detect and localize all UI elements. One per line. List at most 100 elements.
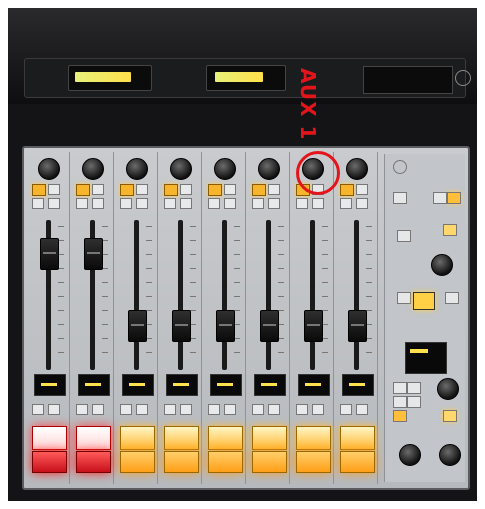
monitor-level-knob[interactable] xyxy=(431,254,453,276)
timer-button[interactable] xyxy=(443,224,457,236)
channel-mode-button[interactable] xyxy=(312,404,324,415)
channel-mode-button[interactable] xyxy=(340,404,352,415)
channel-off-button[interactable] xyxy=(32,451,67,473)
channel-mode-button[interactable] xyxy=(48,404,60,415)
fader-knob[interactable] xyxy=(84,238,103,270)
channel-small-button[interactable] xyxy=(76,198,88,209)
channel-mode-button[interactable] xyxy=(296,404,308,415)
aux-button-5[interactable] xyxy=(393,410,407,422)
channel-on-button[interactable] xyxy=(120,426,155,450)
channel-small-button[interactable] xyxy=(208,198,220,209)
channel-mode-button[interactable] xyxy=(76,404,88,415)
channel-mode-button[interactable] xyxy=(268,404,280,415)
channel-small-button[interactable] xyxy=(136,198,148,209)
channel-mode-button[interactable] xyxy=(356,404,368,415)
aux-button-4[interactable] xyxy=(407,396,421,408)
channel-on-button[interactable] xyxy=(76,426,111,450)
channel-off-button[interactable] xyxy=(208,451,243,473)
channel-small-button[interactable] xyxy=(136,184,148,195)
fader-knob[interactable] xyxy=(172,310,191,342)
channel-mode-button[interactable] xyxy=(92,404,104,415)
fader-knob[interactable] xyxy=(260,310,279,342)
channel-mode-button[interactable] xyxy=(32,404,44,415)
channel-on-button[interactable] xyxy=(208,426,243,450)
cue-led-button[interactable] xyxy=(340,184,354,196)
cue-led-button[interactable] xyxy=(32,184,46,196)
channel-small-button[interactable] xyxy=(252,198,264,209)
channel-off-button[interactable] xyxy=(252,451,287,473)
channel-display xyxy=(254,374,286,396)
cue-level-knob[interactable] xyxy=(439,444,461,466)
channel-off-button[interactable] xyxy=(296,451,331,473)
talkback-button[interactable] xyxy=(443,410,457,422)
channel-small-button[interactable] xyxy=(92,198,104,209)
channel-on-button[interactable] xyxy=(296,426,331,450)
channel-on-button[interactable] xyxy=(32,426,67,450)
aux1-highlight-circle xyxy=(296,151,340,195)
channel-knob[interactable] xyxy=(170,158,192,180)
talk-button[interactable] xyxy=(433,192,447,204)
channel-small-button[interactable] xyxy=(296,198,308,209)
channel-small-button[interactable] xyxy=(268,198,280,209)
cue-led-button[interactable] xyxy=(164,184,178,196)
channel-mode-button[interactable] xyxy=(164,404,176,415)
channel-mode-button[interactable] xyxy=(208,404,220,415)
channel-knob[interactable] xyxy=(126,158,148,180)
channel-on-button[interactable] xyxy=(252,426,287,450)
channel-mode-button[interactable] xyxy=(180,404,192,415)
source-right-button[interactable] xyxy=(445,292,459,304)
channel-small-button[interactable] xyxy=(180,184,192,195)
cue-led-button[interactable] xyxy=(76,184,90,196)
source-left-button[interactable] xyxy=(397,292,411,304)
channel-small-button[interactable] xyxy=(32,198,44,209)
channel-knob[interactable] xyxy=(82,158,104,180)
aux-button-3[interactable] xyxy=(393,396,407,408)
mode-button[interactable] xyxy=(397,230,411,242)
channel-on-button[interactable] xyxy=(340,426,375,450)
channel-knob[interactable] xyxy=(214,158,236,180)
cue-led-button[interactable] xyxy=(120,184,134,196)
channel-small-button[interactable] xyxy=(180,198,192,209)
fader-slot xyxy=(222,220,227,370)
cue-led-button[interactable] xyxy=(252,184,266,196)
channel-mode-button[interactable] xyxy=(136,404,148,415)
channel-small-button[interactable] xyxy=(164,198,176,209)
channel-mode-button[interactable] xyxy=(120,404,132,415)
channel-strip-8 xyxy=(336,152,378,484)
fader-knob[interactable] xyxy=(348,310,367,342)
channel-off-button[interactable] xyxy=(76,451,111,473)
master-button[interactable] xyxy=(393,192,407,204)
fader-scale xyxy=(322,226,328,366)
channel-small-button[interactable] xyxy=(120,198,132,209)
cue-button[interactable] xyxy=(447,192,461,204)
fader-knob[interactable] xyxy=(216,310,235,342)
headphone-knob[interactable] xyxy=(437,378,459,400)
channel-off-button[interactable] xyxy=(164,451,199,473)
channel-small-button[interactable] xyxy=(356,198,368,209)
aux-button-1[interactable] xyxy=(393,382,407,394)
channel-knob[interactable] xyxy=(346,158,368,180)
aux-button-2[interactable] xyxy=(407,382,421,394)
channel-off-button[interactable] xyxy=(120,451,155,473)
channel-small-button[interactable] xyxy=(340,198,352,209)
channel-small-button[interactable] xyxy=(48,198,60,209)
channel-mode-button[interactable] xyxy=(252,404,264,415)
fader-knob[interactable] xyxy=(40,238,59,270)
channel-small-button[interactable] xyxy=(92,184,104,195)
channel-small-button[interactable] xyxy=(356,184,368,195)
channel-knob[interactable] xyxy=(38,158,60,180)
channel-small-button[interactable] xyxy=(312,198,324,209)
channel-small-button[interactable] xyxy=(224,198,236,209)
select-display xyxy=(413,292,435,310)
channel-small-button[interactable] xyxy=(224,184,236,195)
channel-mode-button[interactable] xyxy=(224,404,236,415)
channel-off-button[interactable] xyxy=(340,451,375,473)
channel-small-button[interactable] xyxy=(48,184,60,195)
fader-knob[interactable] xyxy=(304,310,323,342)
channel-small-button[interactable] xyxy=(268,184,280,195)
cue-led-button[interactable] xyxy=(208,184,222,196)
fader-knob[interactable] xyxy=(128,310,147,342)
channel-knob[interactable] xyxy=(258,158,280,180)
studio-level-knob[interactable] xyxy=(399,444,421,466)
channel-on-button[interactable] xyxy=(164,426,199,450)
